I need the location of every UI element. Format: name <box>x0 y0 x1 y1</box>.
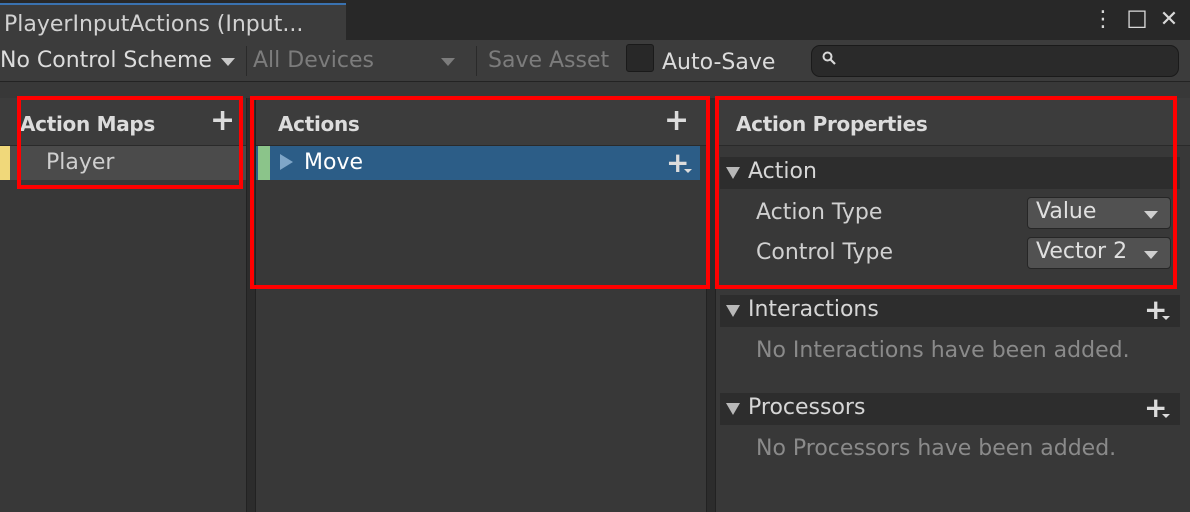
save-asset-label: Save Asset <box>488 48 610 73</box>
window-tab[interactable]: PlayerInputActions (Input... <box>0 3 346 40</box>
search-icon <box>822 50 836 69</box>
window-title: PlayerInputActions (Input... <box>4 12 304 37</box>
chevron-down-icon <box>441 58 455 66</box>
maximize-icon[interactable]: ☐ <box>1124 6 1150 34</box>
save-asset-button[interactable]: Save Asset <box>488 46 618 76</box>
add-processor-icon[interactable]: + <box>1144 394 1170 422</box>
close-icon[interactable]: ✕ <box>1156 6 1182 34</box>
highlight-action-maps <box>17 96 243 189</box>
control-scheme-dropdown[interactable]: No Control Scheme <box>0 46 240 76</box>
highlight-actions <box>250 96 710 289</box>
autosave-label: Auto-Save <box>662 50 776 75</box>
autosave-checkbox[interactable] <box>626 44 654 72</box>
processors-empty-message: No Processors have been added. <box>756 436 1117 461</box>
devices-dropdown[interactable]: All Devices <box>253 46 463 76</box>
highlight-action-properties <box>715 96 1177 289</box>
interactions-empty-message: No Interactions have been added. <box>756 338 1130 363</box>
toolbar-divider <box>246 46 247 76</box>
more-options-icon[interactable]: ⋮ <box>1090 6 1116 34</box>
foldout-arrow-icon <box>726 305 740 317</box>
processors-foldout[interactable]: Processors + <box>720 393 1180 425</box>
interactions-foldout[interactable]: Interactions + <box>720 295 1180 327</box>
title-bar: PlayerInputActions (Input... ⋮ ☐ ✕ <box>0 0 1190 40</box>
chevron-down-icon <box>221 58 235 66</box>
search-input[interactable] <box>811 45 1179 77</box>
toolbar-divider <box>476 46 477 76</box>
add-interaction-icon[interactable]: + <box>1144 296 1170 324</box>
processors-section-label: Processors <box>748 395 866 420</box>
control-scheme-label: No Control Scheme <box>0 48 212 73</box>
interactions-section-label: Interactions <box>748 297 879 322</box>
devices-label: All Devices <box>253 48 374 73</box>
selection-indicator <box>0 146 10 180</box>
foldout-arrow-icon <box>726 403 740 415</box>
